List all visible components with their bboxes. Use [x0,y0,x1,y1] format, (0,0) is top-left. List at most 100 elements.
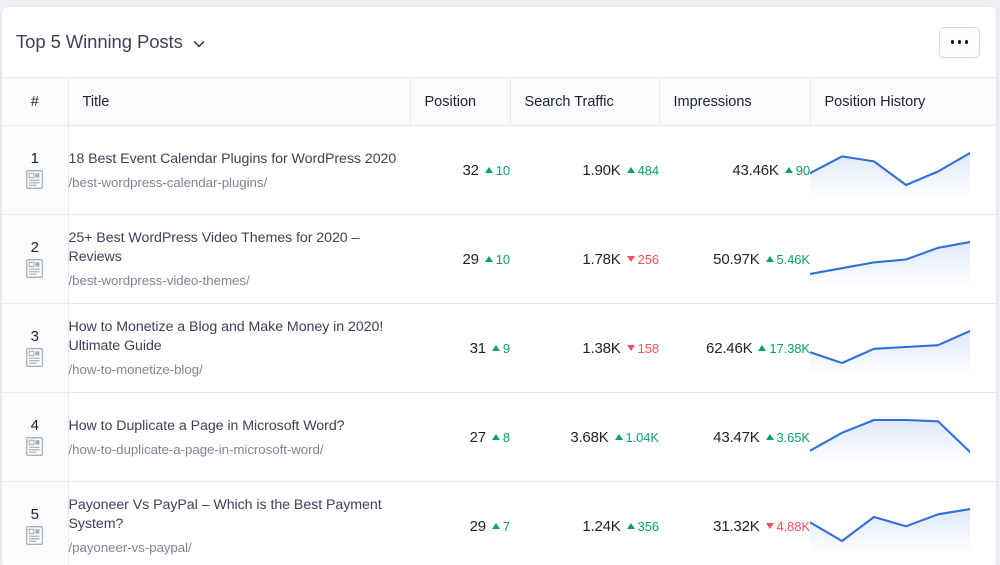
search-traffic-value: 3.68K [570,428,609,446]
more-options-button[interactable] [939,26,980,58]
article-icon [26,526,44,545]
ellipsis-icon [950,40,955,44]
row-number-cell: 2 [2,214,69,304]
row-title-cell: Payoneer Vs PayPal – Which is the Best P… [68,481,411,565]
search-traffic-delta: 356 [626,518,659,534]
ellipsis-icon [964,40,969,44]
search-traffic-delta: 256 [626,251,659,267]
post-url-link[interactable]: /how-to-monetize-blog/ [69,362,411,378]
table-header: # Title Position Search Traffic Impressi… [2,77,996,126]
impressions-delta: 3.65K [765,430,810,445]
column-header-number[interactable]: # [2,77,69,126]
search-traffic-delta-value: 484 [637,162,659,178]
search-traffic-value: 1.78K [582,250,621,268]
position-history-sparkline[interactable] [810,412,970,462]
impressions-value: 43.46K [732,161,779,179]
position-history-cell [810,481,996,565]
ellipsis-icon [957,40,962,44]
post-url-link[interactable]: /how-to-duplicate-a-page-in-microsoft-wo… [69,442,411,458]
arrow-up-icon [765,434,774,440]
position-history-cell [810,303,996,393]
post-title-link[interactable]: How to Monetize a Blog and Make Money in… [69,318,411,356]
post-title-link[interactable]: 25+ Best WordPress Video Themes for 2020… [69,229,411,267]
search-traffic-delta-value: 256 [637,251,659,267]
position-delta: 7 [491,519,510,534]
search-traffic-delta: 1.04K [614,430,659,445]
impressions-delta-value: 17.38K [769,340,810,356]
post-url-link[interactable]: /best-wordpress-video-themes/ [69,273,411,289]
table-row[interactable]: 5 Payoneer Vs PayPal – Which is the Best … [2,481,996,565]
impressions-cell: 31.32K 4.88K [659,481,811,565]
row-rank: 1 [30,150,39,167]
post-title-link[interactable]: Payoneer Vs PayPal – Which is the Best P… [69,496,411,534]
table-body: 1 18 Best Event Calendar Plugins for Word… [2,125,996,565]
row-rank: 3 [30,328,39,345]
column-header-position-history[interactable]: Position History [810,77,996,126]
row-rank: 2 [30,239,39,256]
column-header-search-traffic[interactable]: Search Traffic [510,77,660,126]
position-delta-value: 8 [502,429,510,445]
article-icon [26,259,44,278]
arrow-down-icon [626,256,635,262]
position-history-sparkline[interactable] [810,501,970,551]
column-header-position[interactable]: Position [410,77,511,126]
search-traffic-cell: 1.90K 484 [510,125,659,215]
search-traffic-value: 1.24K [582,517,621,535]
table-row[interactable]: 2 25+ Best WordPress Video Themes for 202… [2,214,996,304]
table-row[interactable]: 4 How to Duplicate a Page in Microsoft Wo… [2,392,996,482]
post-url-link[interactable]: /best-wordpress-calendar-plugins/ [69,175,411,191]
row-title-cell: 25+ Best WordPress Video Themes for 2020… [68,214,411,304]
panel-title-dropdown[interactable]: Top 5 Winning Posts [16,32,205,52]
column-header-impressions[interactable]: Impressions [659,77,811,126]
search-traffic-value: 1.90K [582,161,621,179]
table-row[interactable]: 3 How to Monetize a Blog and Make Money i… [2,303,996,393]
app-root: Top 5 Winning Posts # Title Position Sea… [0,0,1000,565]
arrow-up-icon [491,523,500,529]
row-title-cell: How to Monetize a Blog and Make Money in… [68,303,411,393]
column-header-title[interactable]: Title [68,77,411,126]
row-number-cell: 5 [2,481,69,565]
post-title-link[interactable]: How to Duplicate a Page in Microsoft Wor… [69,417,411,436]
impressions-value: 62.46K [706,339,753,357]
search-traffic-cell: 1.24K 356 [510,481,659,565]
impressions-delta-value: 4.88K [776,518,811,534]
impressions-delta: 5.46K [765,251,811,267]
row-rank: 4 [30,417,39,434]
arrow-up-icon [491,345,500,351]
position-delta: 10 [484,163,510,178]
position-value: 31 [469,339,487,357]
arrow-up-icon [626,167,635,173]
position-value: 32 [462,161,479,179]
arrow-up-icon [484,167,493,173]
position-history-sparkline[interactable] [810,234,970,284]
row-number-cell: 1 [2,125,69,215]
impressions-delta-value: 90 [795,162,810,178]
impressions-value: 31.32K [713,517,760,535]
arrow-up-icon [784,167,793,173]
position-history-sparkline[interactable] [810,323,970,373]
table-row[interactable]: 1 18 Best Event Calendar Plugins for Word… [2,125,996,215]
position-delta-value: 10 [495,251,510,267]
chevron-down-icon[interactable] [192,37,205,50]
winning-posts-table: # Title Position Search Traffic Impressi… [2,77,996,565]
impressions-delta-value: 5.46K [776,251,811,267]
article-icon [26,437,44,456]
position-delta: 8 [491,429,510,445]
position-value: 29 [462,250,479,268]
position-history-sparkline[interactable] [810,145,970,195]
search-traffic-cell: 3.68K 1.04K [510,392,659,482]
post-url-link[interactable]: /payoneer-vs-paypal/ [69,540,411,556]
row-number-cell: 4 [2,392,69,482]
arrow-up-icon [626,523,635,529]
position-history-cell [810,214,996,304]
search-traffic-delta-value: 356 [637,518,659,534]
search-traffic-cell: 1.78K 256 [510,214,659,304]
post-title-link[interactable]: 18 Best Event Calendar Plugins for WordP… [69,150,411,169]
impressions-cell: 43.46K 90 [659,125,810,215]
row-title-cell: How to Duplicate a Page in Microsoft Wor… [68,392,411,482]
row-title-cell: 18 Best Event Calendar Plugins for WordP… [68,125,411,215]
position-cell: 27 8 [410,392,510,482]
search-traffic-delta: 484 [626,162,659,178]
search-traffic-value: 1.38K [582,339,621,357]
search-traffic-delta: 158 [626,341,659,356]
